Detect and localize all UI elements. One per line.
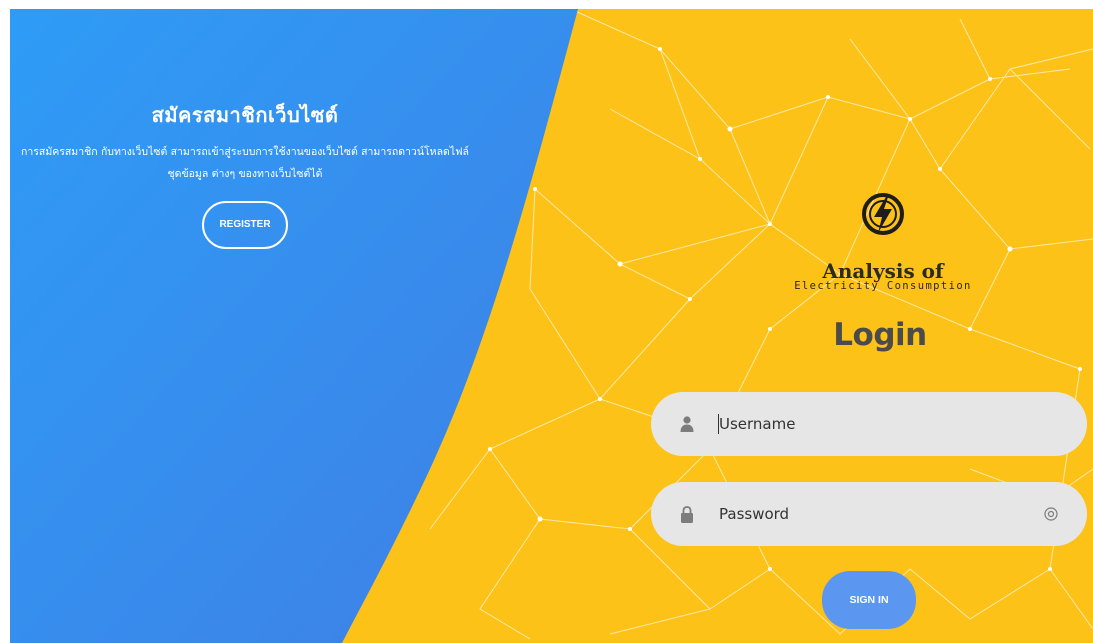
eye-icon[interactable] <box>1041 504 1061 524</box>
password-input[interactable] <box>719 494 1041 534</box>
username-input[interactable] <box>719 404 1087 444</box>
register-title: สมัครสมาชิกเว็บไซต์ <box>151 103 339 127</box>
register-section: สมัครสมาชิกเว็บไซต์ การสมัครสมาชิก กับทา… <box>10 99 480 249</box>
lock-icon <box>677 504 697 524</box>
site-logo: Analysis of Electricity Consumption <box>778 189 988 293</box>
password-field[interactable] <box>651 482 1087 546</box>
logo-title: Analysis of <box>822 259 944 283</box>
logo-subtitle: Electricity Consumption <box>794 280 972 292</box>
signin-button[interactable]: SIGN IN <box>822 571 916 629</box>
text-cursor <box>718 414 719 434</box>
lightning-bolt-icon <box>862 193 904 235</box>
login-heading: Login <box>833 317 927 353</box>
register-description: การสมัครสมาชิก กับทางเว็บไซต์ สามารถเข้า… <box>21 146 469 180</box>
username-field[interactable] <box>651 392 1087 456</box>
register-button[interactable]: REGISTER <box>202 201 288 249</box>
login-page: สมัครสมาชิกเว็บไซต์ การสมัครสมาชิก กับทา… <box>10 9 1093 643</box>
user-icon <box>677 414 697 434</box>
